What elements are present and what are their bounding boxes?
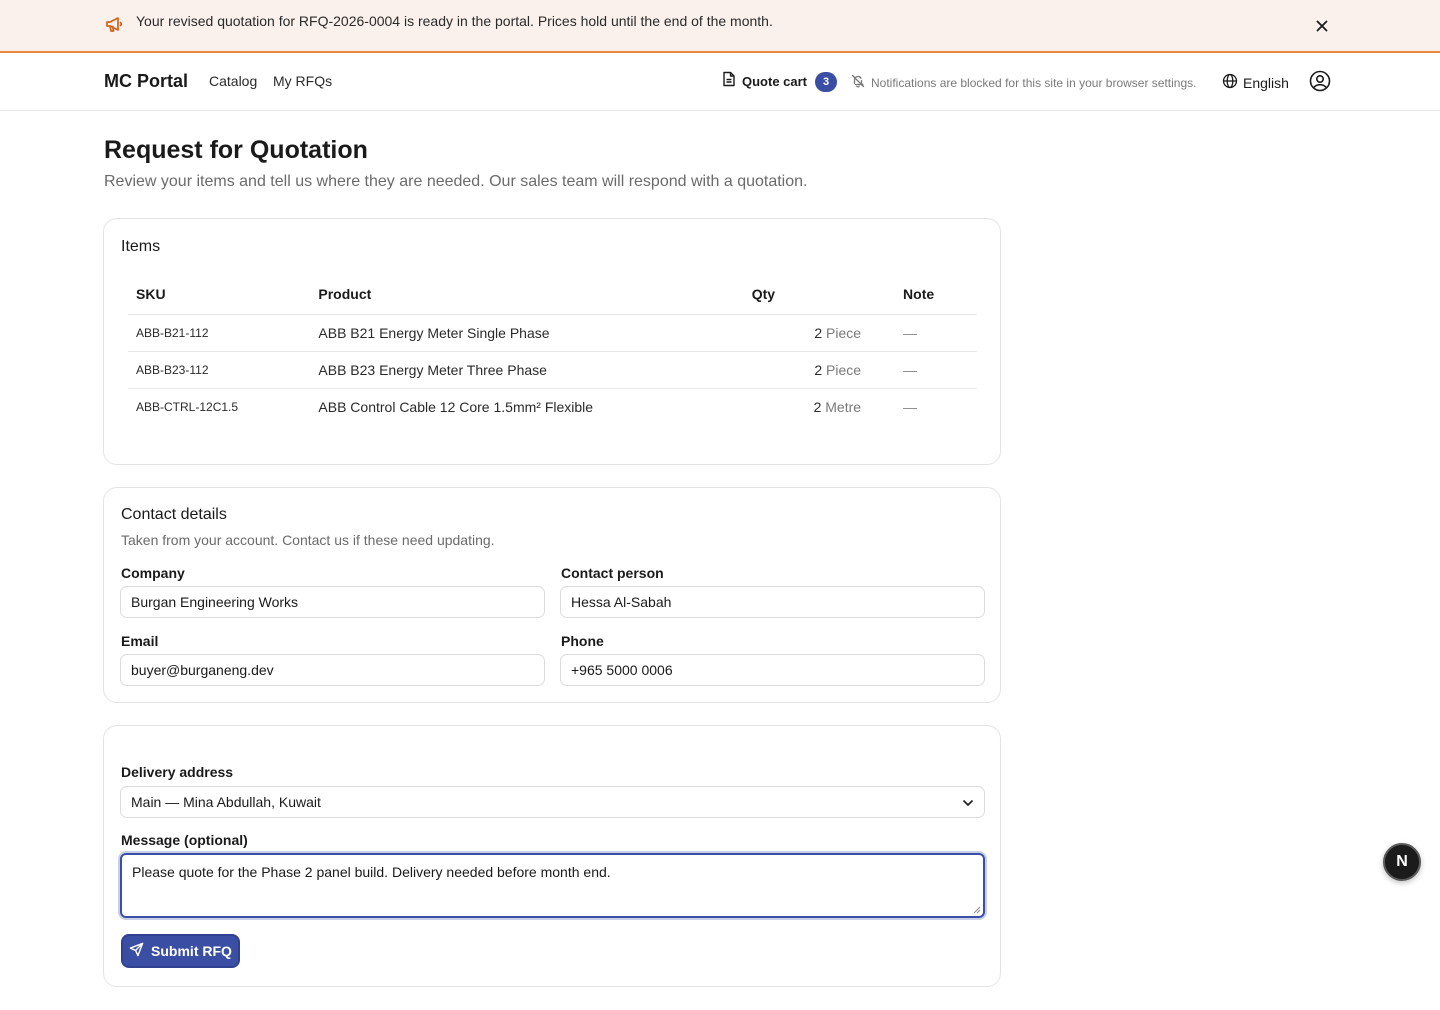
contact-subtitle: Taken from your account. Contact us if t…: [121, 532, 495, 548]
document-icon: [722, 71, 736, 92]
floating-n-button[interactable]: N: [1383, 843, 1421, 881]
product-cell: ABB B23 Energy Meter Three Phase: [310, 351, 744, 389]
contact-person-label: Contact person: [561, 565, 664, 581]
bell-off-icon: [851, 74, 865, 91]
qty-cell: 2 Piece: [743, 351, 894, 389]
notifications-status: Notifications are blocked for this site …: [851, 74, 1196, 91]
product-cell: ABB Control Cable 12 Core 1.5mm² Flexibl…: [318, 398, 594, 415]
delivery-address-value: Main — Mina Abdullah, Kuwait: [131, 794, 321, 810]
send-icon: [129, 942, 144, 960]
brand-logo[interactable]: MC Portal: [104, 71, 188, 92]
sku-cell: ABB-B21-112: [128, 314, 311, 352]
nav-catalog[interactable]: Catalog: [209, 73, 257, 89]
table-header-row: SKU Product Qty Note: [128, 274, 977, 315]
phone-label: Phone: [561, 633, 604, 649]
announcement-text: Your revised quotation for RFQ-2026-0004…: [136, 13, 773, 29]
language-selector[interactable]: English: [1222, 73, 1289, 92]
page-title: Request for Quotation: [104, 136, 368, 164]
qty-value: 2: [814, 361, 823, 378]
contact-heading: Contact details: [121, 506, 227, 523]
table-row: ABB-B21-112 ABB B21 Energy Meter Single …: [128, 314, 977, 352]
qty-value: 2: [813, 398, 822, 415]
sku-cell: ABB-CTRL-12C1.5: [136, 399, 239, 414]
email-label: Email: [121, 633, 159, 649]
message-label: Message (optional): [121, 832, 248, 848]
resize-grip-icon[interactable]: [973, 906, 981, 914]
nav-my-rfqs[interactable]: My RFQs: [273, 73, 332, 89]
note-cell: —: [893, 314, 977, 352]
qty-value: 2: [814, 324, 823, 341]
company-label: Company: [121, 565, 185, 581]
message-text: Please quote for the Phase 2 panel build…: [132, 864, 611, 880]
qty-unit: Metre: [825, 398, 862, 415]
language-label: English: [1243, 74, 1289, 91]
table-row: ABB-CTRL-12C1.5 ABB Control Cable 12 Cor…: [128, 388, 977, 425]
contact-person-field[interactable]: Hessa Al-Sabah: [560, 586, 985, 618]
contact-details-card: Contact details Taken from your account.…: [103, 487, 1001, 703]
announcement-banner: Your revised quotation for RFQ-2026-0004…: [0, 0, 1440, 53]
delivery-address-label: Delivery address: [121, 764, 234, 780]
megaphone-icon: [104, 14, 124, 34]
top-header: MC Portal Catalog My RFQs Quote cart 3 N…: [0, 54, 1440, 111]
phone-field[interactable]: +965 5000 0006: [560, 654, 985, 686]
product-cell: ABB B21 Energy Meter Single Phase: [310, 314, 744, 352]
delivery-card: Delivery address Main — Mina Abdullah, K…: [103, 725, 1001, 987]
delivery-address-select[interactable]: Main — Mina Abdullah, Kuwait: [120, 786, 985, 818]
quote-cart-button[interactable]: Quote cart 3: [722, 71, 838, 92]
quote-cart-label: Quote cart: [742, 74, 808, 89]
note-cell: —: [893, 351, 977, 389]
column-header-qty: Qty: [743, 274, 894, 315]
notifications-text: Notifications are blocked for this site …: [871, 75, 1197, 90]
submit-rfq-label: Submit RFQ: [151, 943, 232, 959]
items-table: SKU Product Qty Note ABB-B21-112 ABB B21…: [128, 274, 977, 425]
column-header-product: Product: [310, 274, 744, 315]
items-heading: Items: [121, 238, 161, 255]
n-logo-icon: N: [1396, 853, 1408, 870]
chevron-down-icon: [962, 787, 974, 817]
column-header-note: Note: [893, 274, 977, 315]
table-row: ABB-B23-112 ABB B23 Energy Meter Three P…: [128, 351, 977, 389]
qty-cell: 2 Piece: [743, 314, 894, 352]
company-field[interactable]: Burgan Engineering Works: [120, 586, 545, 618]
column-header-sku: SKU: [128, 274, 311, 315]
sku-cell: ABB-B23-112: [128, 351, 311, 389]
page-subtitle: Review your items and tell us where they…: [104, 173, 808, 190]
qty-unit: Piece: [826, 361, 862, 378]
user-account-icon[interactable]: [1309, 70, 1331, 92]
submit-rfq-button[interactable]: Submit RFQ: [121, 934, 240, 968]
qty-unit: Piece: [826, 324, 862, 341]
email-field[interactable]: buyer@burganeng.dev: [120, 654, 545, 686]
qty-cell: 2 Metre: [744, 388, 893, 425]
close-icon[interactable]: [1312, 16, 1332, 36]
note-cell: —: [903, 398, 918, 415]
quote-cart-count-badge: 3: [815, 71, 838, 92]
message-textarea[interactable]: Please quote for the Phase 2 panel build…: [120, 853, 985, 918]
globe-icon: [1222, 73, 1238, 92]
items-card: Items SKU Product Qty Note ABB-B21-112 A…: [103, 218, 1001, 465]
